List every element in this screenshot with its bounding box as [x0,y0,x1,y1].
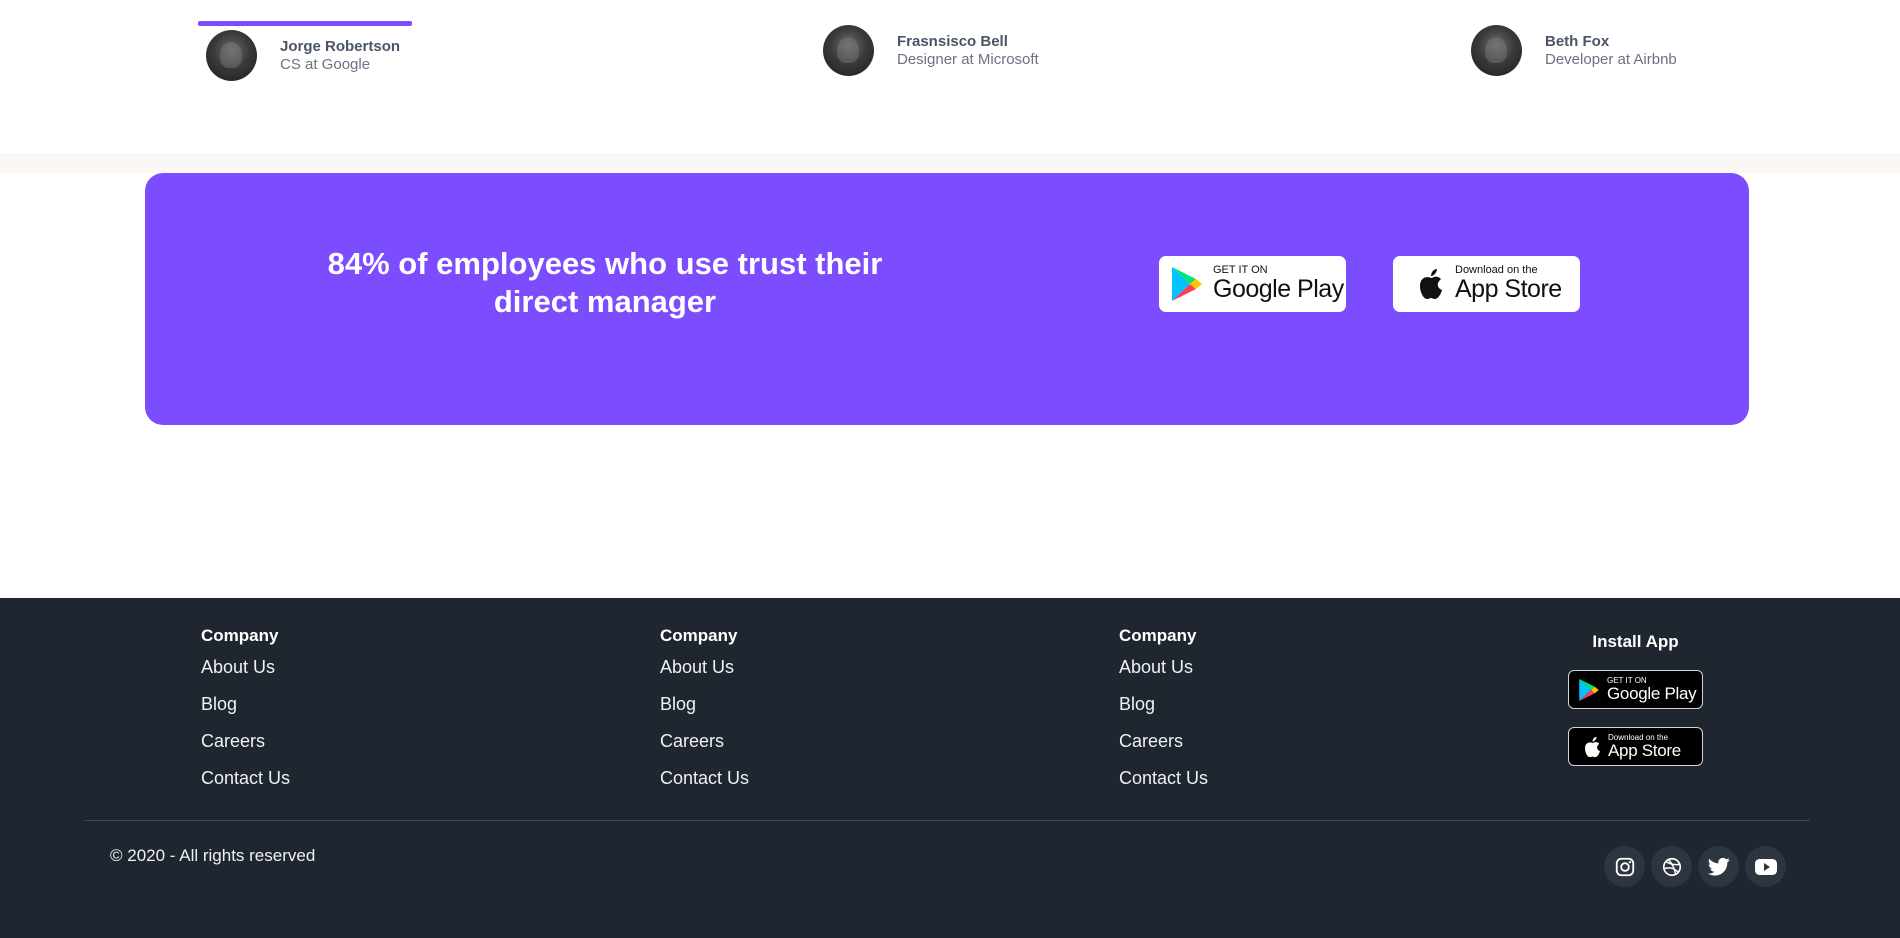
footer-link-about[interactable]: About Us [660,656,749,693]
footer-link-contact[interactable]: Contact Us [660,767,749,804]
footer-link-careers[interactable]: Careers [660,730,749,767]
app-store-big-text: App Store [1455,275,1562,303]
footer-link-contact[interactable]: Contact Us [1119,767,1208,804]
youtube-icon [1754,858,1777,875]
footer-column-2: Company About Us Blog Careers Contact Us [660,626,749,804]
avatar [206,30,257,81]
twitter-icon [1707,857,1730,876]
testimonial-person-1[interactable]: Jorge Robertson CS at Google [198,21,412,81]
footer-google-play-button[interactable]: GET IT ON Google Play [1568,670,1703,709]
dribbble-link[interactable] [1651,846,1692,887]
person-role: CS at Google [280,55,371,73]
footer-link-blog[interactable]: Blog [201,693,290,730]
person-role: Designer at Microsoft [897,50,1039,68]
avatar [1471,25,1522,76]
person-name: Beth Fox [1545,32,1610,50]
person-role: Developer at Airbnb [1545,50,1677,68]
testimonial-person-2[interactable]: Frasnsisco Bell Designer at Microsoft [823,25,1039,76]
footer-link-careers[interactable]: Careers [1119,730,1208,767]
footer-link-careers[interactable]: Careers [201,730,290,767]
cta-banner: 84% of employees who use trust their dir… [145,173,1749,425]
footer-column-heading: Company [1119,626,1197,645]
footer-link-about[interactable]: About Us [201,656,290,693]
twitter-link[interactable] [1698,846,1739,887]
install-app-heading: Install App [1592,632,1679,651]
google-play-icon [1579,678,1599,701]
google-play-button[interactable]: GET IT ON Google Play [1159,256,1346,312]
google-play-icon [1172,267,1202,301]
active-indicator [198,21,412,26]
google-play-big-text: Google Play [1213,275,1344,303]
footer-link-blog[interactable]: Blog [660,693,749,730]
footer-divider [85,820,1810,821]
social-links [1604,846,1786,887]
footer-column-1: Company About Us Blog Careers Contact Us [201,626,290,804]
apple-icon [1585,736,1600,757]
apple-icon [1420,269,1442,299]
footer-column-heading: Company [660,626,738,645]
testimonial-person-3[interactable]: Beth Fox Developer at Airbnb [1471,25,1677,76]
footer-column-3: Company About Us Blog Careers Contact Us [1119,626,1208,804]
youtube-link[interactable] [1745,846,1786,887]
avatar [823,25,874,76]
app-store-big-text: App Store [1608,740,1681,760]
cta-title: 84% of employees who use trust their dir… [327,246,883,319]
footer-column-heading: Company [201,626,279,645]
footer-app-store-button[interactable]: Download on the App Store [1568,727,1703,766]
site-footer: Company About Us Blog Careers Contact Us… [0,598,1900,938]
google-play-big-text: Google Play [1607,683,1697,703]
instagram-icon [1615,857,1634,876]
install-app-section: Install App GET IT ON Google Play Downlo… [1568,632,1703,784]
person-name: Jorge Robertson [280,37,401,55]
instagram-link[interactable] [1604,846,1645,887]
person-name: Frasnsisco Bell [897,32,1008,50]
footer-link-blog[interactable]: Blog [1119,693,1208,730]
section-divider-band [0,153,1900,173]
copyright-text: © 2020 - All rights reserved [110,846,316,865]
dribbble-icon [1662,857,1681,876]
testimonial-people: Jorge Robertson CS at Google Frasnsisco … [0,0,1900,153]
footer-link-about[interactable]: About Us [1119,656,1208,693]
footer-link-contact[interactable]: Contact Us [201,767,290,804]
app-store-button[interactable]: Download on the App Store [1393,256,1580,312]
